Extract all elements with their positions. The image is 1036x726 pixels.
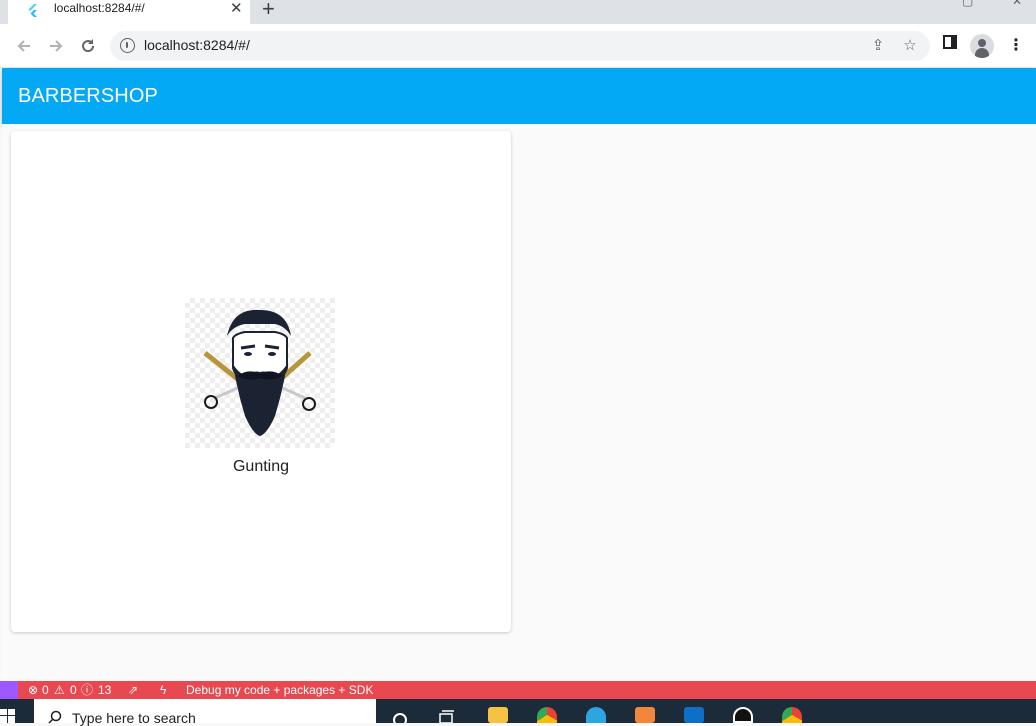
windows-taskbar: Type here to search bbox=[0, 699, 1036, 726]
profile-avatar[interactable] bbox=[970, 34, 994, 58]
service-label: Gunting bbox=[232, 458, 290, 475]
forward-button[interactable] bbox=[44, 34, 68, 58]
back-button[interactable] bbox=[12, 34, 36, 58]
reload-icon bbox=[82, 39, 95, 53]
flutter-icon bbox=[28, 4, 37, 17]
url-text[interactable]: localhost:8284/#/ bbox=[144, 37, 250, 53]
deploy-icon[interactable]: ⇗ bbox=[128, 683, 138, 697]
barber-logo-icon bbox=[203, 309, 316, 436]
file-explorer-icon[interactable] bbox=[488, 707, 508, 723]
new-tab-button[interactable]: + bbox=[262, 0, 275, 20]
forward-arrow-icon bbox=[50, 40, 63, 52]
site-info-icon[interactable] bbox=[120, 38, 135, 53]
more-menu-icon[interactable]: ⋮ bbox=[1004, 34, 1028, 58]
app-title: BARBERSHOP bbox=[18, 85, 158, 107]
debug-config-label[interactable]: Debug my code + packages + SDK bbox=[186, 683, 373, 697]
share-icon[interactable]: ⇪ bbox=[868, 36, 888, 56]
warning-icon: ⚠ bbox=[54, 683, 65, 697]
vscode-icon[interactable] bbox=[684, 707, 704, 723]
main-content: Gunting bbox=[2, 124, 1036, 681]
barber-logo-image bbox=[185, 298, 335, 448]
reload-button[interactable] bbox=[76, 34, 100, 58]
error-count[interactable]: 0 bbox=[42, 683, 49, 697]
xampp-icon[interactable] bbox=[635, 707, 655, 723]
search-icon bbox=[48, 710, 62, 724]
recorder-icon[interactable] bbox=[733, 707, 753, 723]
browser-toolbar: localhost:8284/#/ ⇪ ☆ ⋮ bbox=[0, 24, 1036, 68]
tab-close-icon[interactable]: ✕ bbox=[230, 0, 243, 18]
side-panel-glyph bbox=[943, 35, 957, 49]
chrome-icon-2[interactable] bbox=[782, 707, 802, 723]
task-view-icon[interactable] bbox=[438, 710, 456, 723]
telegram-icon[interactable] bbox=[586, 707, 606, 723]
error-icon: ⊗ bbox=[28, 683, 39, 697]
tab-title: localhost:8284/#/ bbox=[54, 1, 145, 15]
address-bar[interactable]: localhost:8284/#/ ⇪ ☆ bbox=[110, 31, 930, 61]
info-icon: ⓘ bbox=[81, 683, 94, 697]
flash-icon[interactable]: ϟ bbox=[160, 683, 166, 697]
close-window-icon[interactable]: ✕ bbox=[1012, 0, 1022, 8]
windows-start-icon[interactable] bbox=[0, 709, 16, 723]
info-count[interactable]: 13 bbox=[98, 683, 111, 697]
cortana-icon[interactable] bbox=[392, 712, 408, 723]
warning-count[interactable]: 0 bbox=[70, 683, 77, 697]
back-arrow-icon bbox=[17, 40, 30, 52]
side-panel-icon[interactable] bbox=[938, 34, 962, 58]
service-card[interactable]: Gunting bbox=[11, 131, 511, 632]
debug-status-bar: ⊗ 0 ⚠ 0 ⓘ 13 ⇗ ϟ Debug my code + package… bbox=[0, 681, 1036, 699]
app-bar: BARBERSHOP bbox=[2, 68, 1036, 124]
taskbar-search[interactable]: Type here to search bbox=[34, 699, 376, 726]
search-placeholder: Type here to search bbox=[72, 710, 196, 726]
bookmark-star-icon[interactable]: ☆ bbox=[900, 36, 920, 56]
remote-indicator[interactable] bbox=[0, 681, 18, 699]
maximize-icon[interactable]: ▢ bbox=[962, 0, 973, 8]
browser-tab-strip: localhost:8284/#/ ✕ + ▢ ✕ bbox=[0, 0, 1036, 24]
browser-tab[interactable]: localhost:8284/#/ ✕ bbox=[8, 0, 250, 24]
chrome-icon[interactable] bbox=[537, 707, 557, 723]
